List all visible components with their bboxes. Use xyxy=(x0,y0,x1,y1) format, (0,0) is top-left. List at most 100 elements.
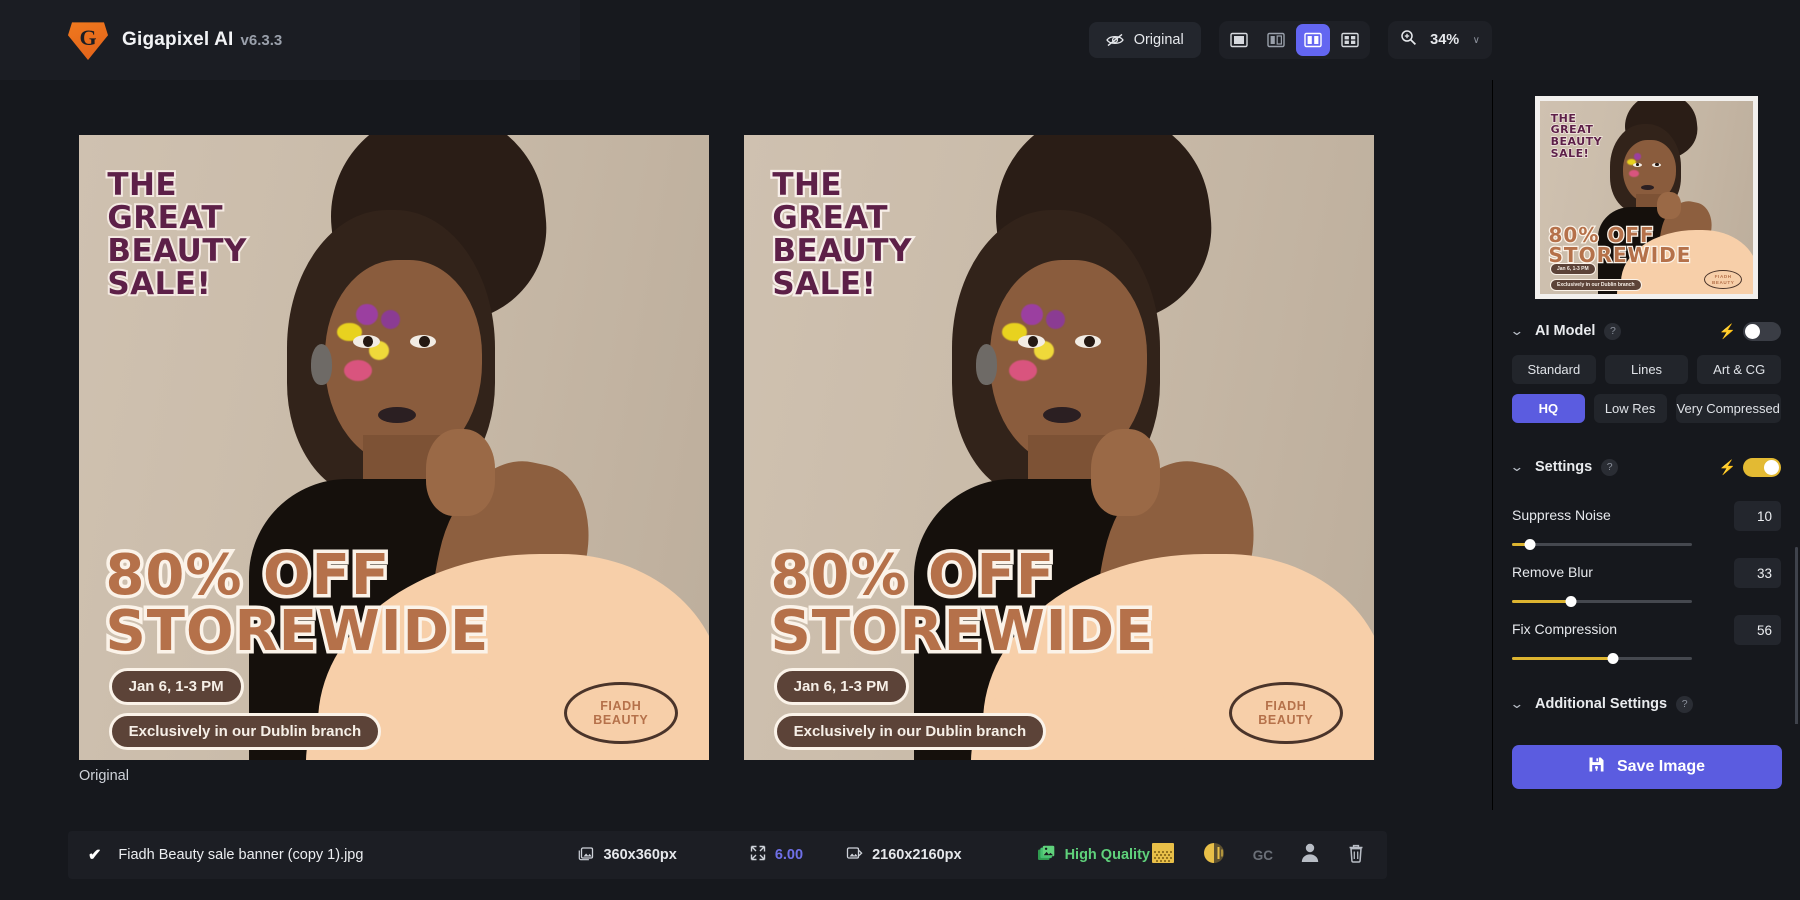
slider-value[interactable]: 56 xyxy=(1734,615,1781,645)
slider-suppress-noise: Suppress Noise 10 xyxy=(1493,501,1800,550)
logo-line-2: BEAUTY xyxy=(593,713,649,728)
ai-model-row-1: Standard Lines Art & CG xyxy=(1493,353,1800,384)
lips xyxy=(1043,406,1082,424)
chevron-down-icon[interactable]: ⌄ xyxy=(1510,323,1529,339)
left-eye xyxy=(1632,162,1642,167)
grid-view-button[interactable] xyxy=(1333,24,1367,56)
thumbnail-preview-container[interactable]: THE GREAT BEAUTY SALE! 80% OFF STOREWIDE… xyxy=(1493,80,1800,309)
chevron-down-icon[interactable]: ∨ xyxy=(1473,35,1480,46)
slider-header: Remove Blur 33 xyxy=(1512,558,1781,588)
headline-line-3: BEAUTY xyxy=(770,232,914,270)
model-button-low-res[interactable]: Low Res xyxy=(1593,394,1667,423)
app-title: Gigapixel AI xyxy=(122,29,234,50)
hand-shape xyxy=(425,428,495,517)
help-icon[interactable]: ? xyxy=(1604,322,1622,340)
makeup-blob-purple xyxy=(1021,303,1043,325)
model-button-hq[interactable]: HQ xyxy=(1512,394,1585,423)
slider-label: Fix Compression xyxy=(1512,621,1618,637)
person-icon[interactable] xyxy=(1300,842,1320,868)
lightning-icon: ⚡ xyxy=(1718,322,1736,339)
ai-model-section-header[interactable]: ⌄ AI Model ? ⚡ xyxy=(1493,309,1800,353)
slider-track[interactable] xyxy=(1512,596,1692,607)
ai-model-row-2: HQ Low Res Very Compressed xyxy=(1493,384,1800,423)
banner-brand-logo: FIADH BEAUTY xyxy=(1229,681,1343,745)
banner-offer: 80% OFF STOREWIDE xyxy=(767,542,1157,664)
slider-handle xyxy=(1524,539,1536,550)
image-canvas[interactable]: THE GREAT BEAUTY SALE! 80% OFF STOREWIDE… xyxy=(0,80,1492,890)
zoom-control[interactable]: 34% ∨ xyxy=(1387,21,1492,59)
model-button-standard[interactable]: Standard xyxy=(1512,355,1596,384)
logo-line-2: BEAUTY xyxy=(1711,279,1735,285)
file-info-strip[interactable]: ✔ Fiadh Beauty sale banner (copy 1).jpg … xyxy=(68,831,1387,879)
single-pane-view-button[interactable] xyxy=(1222,24,1256,56)
chevron-down-icon[interactable]: ⌄ xyxy=(1510,459,1529,475)
model-button-very-compressed[interactable]: Very Compressed xyxy=(1675,394,1781,423)
help-icon[interactable]: ? xyxy=(1601,458,1619,476)
left-eye xyxy=(353,335,380,349)
enhanced-image: THE GREAT BEAUTY SALE! 80% OFF STOREWIDE… xyxy=(744,135,1374,760)
settings-scroll-area[interactable]: ⌄ AI Model ? ⚡ Standard Lines Art & CG H… xyxy=(1493,309,1800,724)
slider-value[interactable]: 10 xyxy=(1734,501,1781,531)
slider-remove-blur: Remove Blur 33 xyxy=(1493,558,1800,607)
offer-line-1: 80% OFF xyxy=(767,542,1058,608)
zoom-level-value: 34% xyxy=(1430,32,1460,48)
toggle-knob xyxy=(1764,459,1779,475)
settings-auto-toggle[interactable] xyxy=(1743,457,1781,477)
settings-header-right: ⚡ xyxy=(1718,457,1781,477)
headline-line-1: THE xyxy=(105,167,178,204)
contrast-blur-icon[interactable] xyxy=(1202,842,1226,869)
model-button-lines[interactable]: Lines xyxy=(1604,355,1689,384)
offer-line-2: STOREWIDE xyxy=(1547,242,1692,267)
scale-meta: 6.00 xyxy=(750,845,803,865)
noise-grid-icon[interactable] xyxy=(1151,842,1175,869)
banner-location-chip: Exclusively in our Dublin branch xyxy=(773,713,1047,751)
gigapixel-logo-icon: G xyxy=(68,22,108,60)
chevron-down-icon[interactable]: ⌄ xyxy=(1510,696,1529,712)
trash-icon[interactable] xyxy=(1347,843,1365,868)
banner-brand-logo: FIADH BEAUTY xyxy=(564,681,678,745)
lips xyxy=(1641,184,1654,190)
banner-location-chip: Exclusively in our Dublin branch xyxy=(108,713,382,751)
slider-track[interactable] xyxy=(1512,539,1692,550)
filename-label: Fiadh Beauty sale banner (copy 1).jpg xyxy=(118,847,364,863)
banner-headline: THE GREAT BEAUTY SALE! xyxy=(105,167,248,303)
side-by-side-view-button[interactable] xyxy=(1295,24,1330,56)
input-size-meta: 360x360px xyxy=(578,846,677,865)
lightning-icon: ⚡ xyxy=(1718,458,1736,475)
file-selected-checkmark[interactable]: ✔ xyxy=(88,845,101,865)
offer-line-2: STOREWIDE xyxy=(767,598,1157,664)
headline-line-1: THE xyxy=(770,167,844,204)
additional-settings-section-header[interactable]: ⌄ Additional Settings ? xyxy=(1493,682,1800,724)
slider-value[interactable]: 33 xyxy=(1734,558,1781,588)
slider-track[interactable] xyxy=(1512,653,1692,664)
slider-label: Suppress Noise xyxy=(1512,507,1611,523)
banner-offer: 80% OFF STOREWIDE xyxy=(1547,223,1692,267)
earring xyxy=(975,344,998,385)
original-pane[interactable]: THE GREAT BEAUTY SALE! 80% OFF STOREWIDE… xyxy=(79,135,709,784)
enhanced-pane[interactable]: THE GREAT BEAUTY SALE! 80% OFF STOREWIDE… xyxy=(744,135,1374,760)
logo-line-1: FIADH xyxy=(1265,699,1307,714)
original-toggle-button[interactable]: Original xyxy=(1088,22,1201,58)
headline-line-4: SALE! xyxy=(105,265,212,303)
banner-time-chip: Jan 6, 1-3 PM xyxy=(1550,263,1596,276)
main-area: THE GREAT BEAUTY SALE! 80% OFF STOREWIDE… xyxy=(0,80,1800,890)
single-pane-icon xyxy=(1229,32,1248,48)
model-button-art-cg[interactable]: Art & CG xyxy=(1697,355,1782,384)
brand-logo-text: FIADH BEAUTY xyxy=(593,699,648,727)
bottom-status-bar: ✔ Fiadh Beauty sale banner (copy 1).jpg … xyxy=(0,810,1800,900)
sidebar-scrollbar[interactable] xyxy=(1795,547,1798,724)
help-icon[interactable]: ? xyxy=(1676,695,1694,713)
settings-section-header[interactable]: ⌄ Settings ? ⚡ xyxy=(1493,445,1800,489)
settings-title: Settings xyxy=(1535,459,1593,475)
scrollbar-thumb[interactable] xyxy=(1795,547,1798,724)
offer-line-2: STOREWIDE xyxy=(102,598,492,664)
lips xyxy=(378,406,417,424)
banner-headline: THE GREAT BEAUTY SALE! xyxy=(1550,112,1602,160)
brand-logo-text: FIADH BEAUTY xyxy=(1258,699,1313,727)
save-image-button[interactable]: Save Image xyxy=(1511,745,1782,789)
ai-model-auto-toggle[interactable] xyxy=(1743,321,1781,341)
right-eye xyxy=(1651,162,1661,167)
logo-line-2: BEAUTY xyxy=(1258,713,1314,728)
headline-line-4: SALE! xyxy=(1550,146,1590,160)
split-pane-view-button[interactable] xyxy=(1259,24,1293,56)
